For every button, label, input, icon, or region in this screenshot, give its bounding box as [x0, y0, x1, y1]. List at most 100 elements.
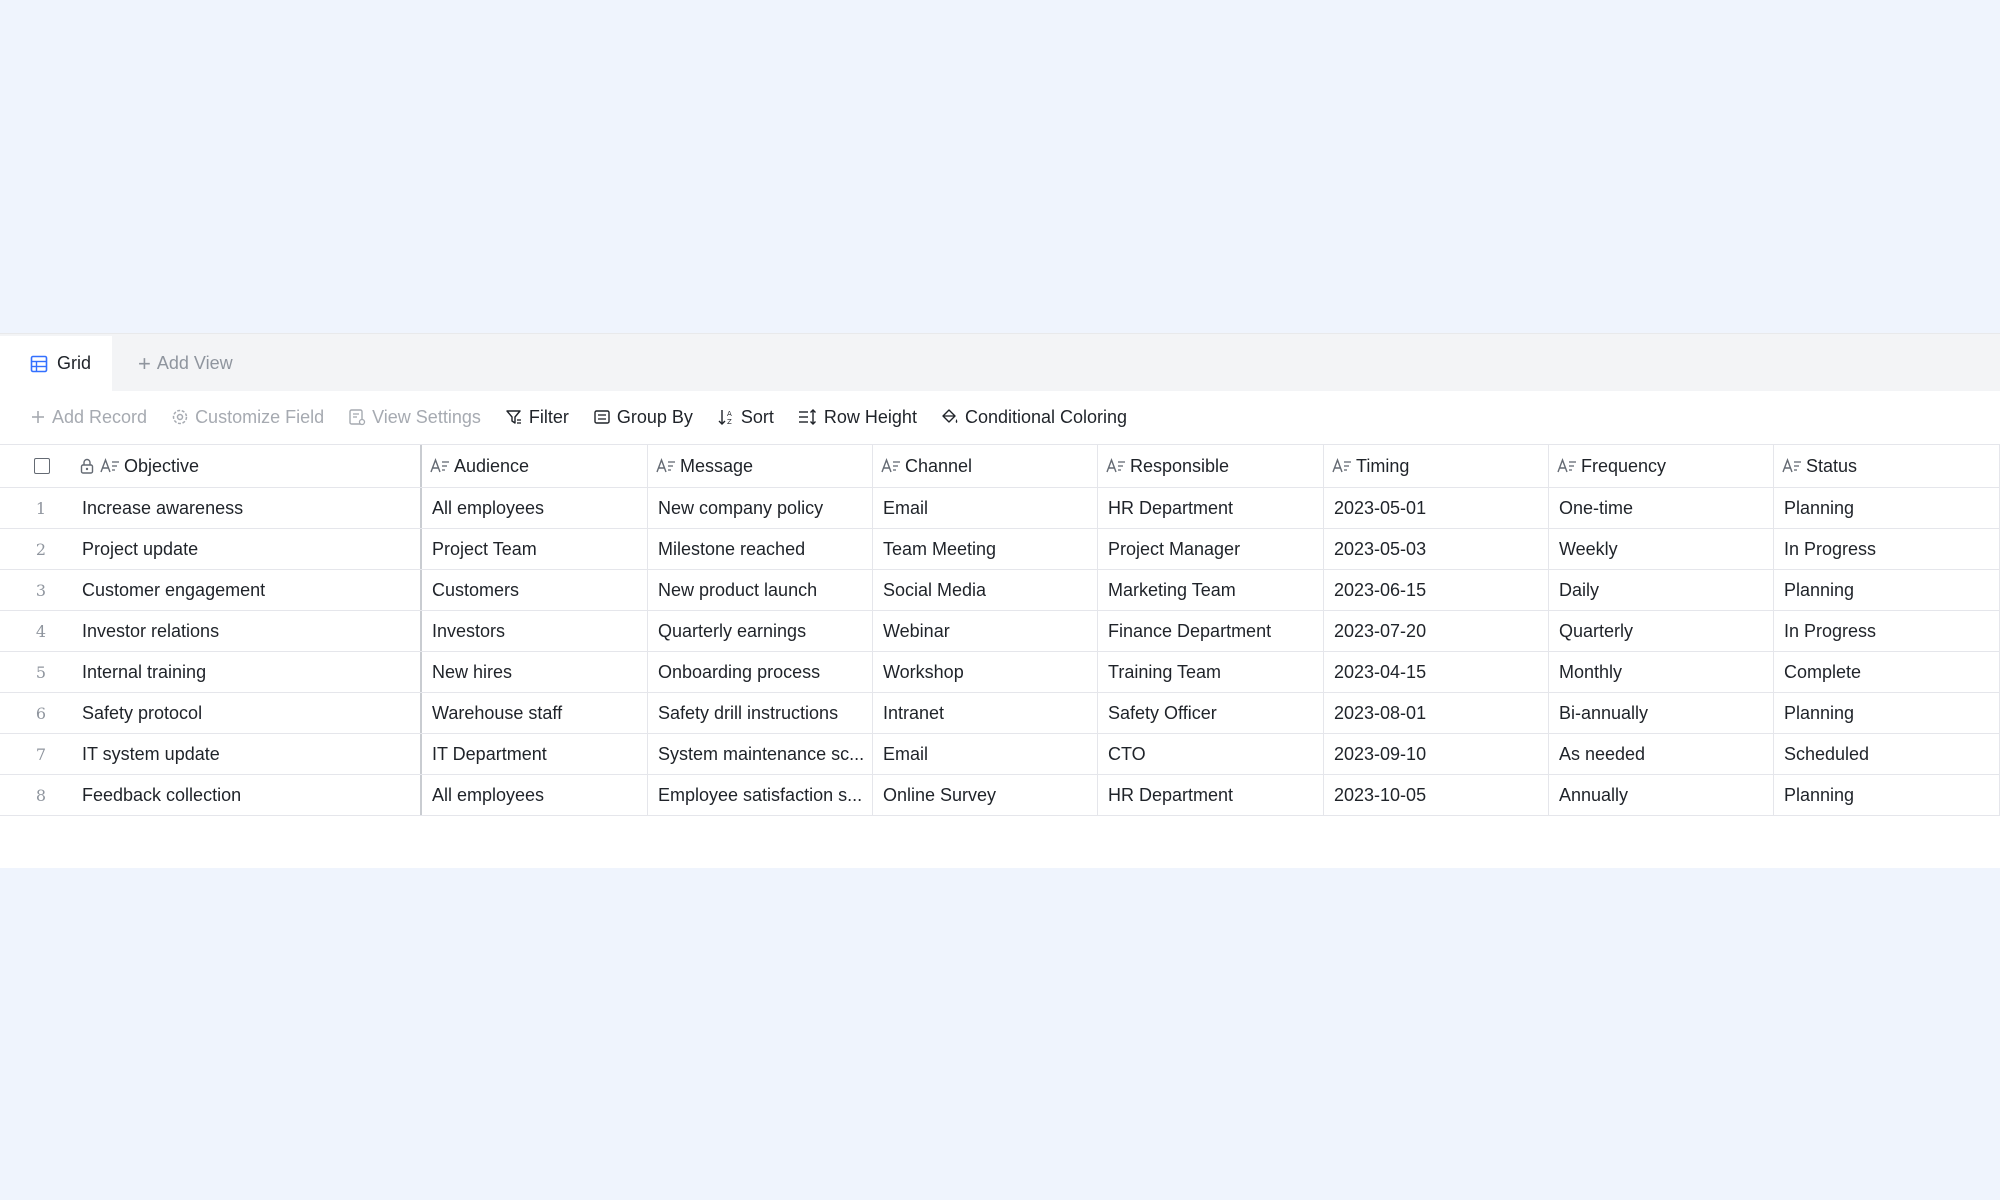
table-row[interactable]: 3 Customer engagement Customers New product… — [0, 570, 2000, 611]
table-row[interactable]: 4 Investor relations Investors Quarterly ea… — [0, 611, 2000, 652]
cell-text: Safety drill instructions — [658, 702, 839, 723]
cell-text: Planning — [1784, 579, 1855, 600]
cell-channel[interactable]: Email — [873, 488, 1098, 528]
column-header-frequency[interactable]: Frequency — [1549, 445, 1774, 487]
cell-audience[interactable]: Project Team — [422, 529, 648, 569]
cell-responsible[interactable]: Finance Department — [1098, 611, 1324, 651]
cell-channel[interactable]: Social Media — [873, 570, 1098, 610]
cell-frequency[interactable]: Weekly — [1549, 529, 1774, 569]
cell-objective[interactable]: 3 Customer engagement — [0, 570, 422, 610]
cell-objective[interactable]: 6 Safety protocol — [0, 693, 422, 733]
row-height-button[interactable]: Row Height — [798, 407, 917, 428]
cell-audience[interactable]: Investors — [422, 611, 648, 651]
cell-timing[interactable]: 2023-06-15 — [1324, 570, 1549, 610]
column-header-objective[interactable]: Objective — [0, 445, 422, 487]
cell-status[interactable]: Planning — [1774, 693, 2000, 733]
cell-frequency[interactable]: Monthly — [1549, 652, 1774, 692]
cell-text: Annually — [1559, 784, 1629, 805]
cell-channel[interactable]: Online Survey — [873, 775, 1098, 815]
cell-objective[interactable]: 2 Project update — [0, 529, 422, 569]
cell-text: As needed — [1559, 743, 1646, 764]
cell-frequency[interactable]: Bi-annually — [1549, 693, 1774, 733]
cell-objective[interactable]: 5 Internal training — [0, 652, 422, 692]
cell-timing[interactable]: 2023-05-01 — [1324, 488, 1549, 528]
cell-status[interactable]: Scheduled — [1774, 734, 2000, 774]
cell-audience[interactable]: IT Department — [422, 734, 648, 774]
conditional-coloring-button[interactable]: Conditional Coloring — [941, 407, 1127, 428]
cell-message[interactable]: Quarterly earnings — [648, 611, 873, 651]
table-row[interactable]: 5 Internal training New hires Onboarding pr… — [0, 652, 2000, 693]
cell-timing[interactable]: 2023-09-10 — [1324, 734, 1549, 774]
cell-timing[interactable]: 2023-08-01 — [1324, 693, 1549, 733]
customize-field-button[interactable]: Customize Field — [171, 407, 324, 428]
cell-channel[interactable]: Intranet — [873, 693, 1098, 733]
cell-text: 2023-09-10 — [1334, 743, 1427, 764]
text-field-icon — [1557, 458, 1577, 474]
cell-audience[interactable]: New hires — [422, 652, 648, 692]
table-row[interactable]: 7 IT system update IT Department System mai… — [0, 734, 2000, 775]
filter-button[interactable]: Filter — [505, 407, 569, 428]
table-row[interactable]: 2 Project update Project Team Milestone rea… — [0, 529, 2000, 570]
column-header-status[interactable]: Status — [1774, 445, 2000, 487]
cell-message[interactable]: Milestone reached — [648, 529, 873, 569]
cell-responsible[interactable]: Marketing Team — [1098, 570, 1324, 610]
cell-audience[interactable]: All employees — [422, 488, 648, 528]
cell-channel[interactable]: Email — [873, 734, 1098, 774]
cell-frequency[interactable]: Annually — [1549, 775, 1774, 815]
cell-responsible[interactable]: HR Department — [1098, 488, 1324, 528]
cell-frequency[interactable]: As needed — [1549, 734, 1774, 774]
cell-channel[interactable]: Team Meeting — [873, 529, 1098, 569]
column-header-channel[interactable]: Channel — [873, 445, 1098, 487]
cell-status[interactable]: Planning — [1774, 488, 2000, 528]
cell-timing[interactable]: 2023-04-15 — [1324, 652, 1549, 692]
cell-frequency[interactable]: One-time — [1549, 488, 1774, 528]
cell-objective[interactable]: 7 IT system update — [0, 734, 422, 774]
cell-frequency[interactable]: Quarterly — [1549, 611, 1774, 651]
column-header-responsible[interactable]: Responsible — [1098, 445, 1324, 487]
group-by-button[interactable]: Group By — [593, 407, 693, 428]
cell-audience[interactable]: Warehouse staff — [422, 693, 648, 733]
cell-message[interactable]: Safety drill instructions — [648, 693, 873, 733]
cell-timing[interactable]: 2023-07-20 — [1324, 611, 1549, 651]
add-record-button[interactable]: Add Record — [30, 407, 147, 428]
cell-message[interactable]: System maintenance sc... — [648, 734, 873, 774]
cell-audience[interactable]: All employees — [422, 775, 648, 815]
table-row[interactable]: 1 Increase awareness All employees New comp… — [0, 488, 2000, 529]
cell-timing[interactable]: 2023-10-05 — [1324, 775, 1549, 815]
add-view-button[interactable]: + Add View — [138, 336, 233, 391]
cell-responsible[interactable]: Project Manager — [1098, 529, 1324, 569]
cell-frequency[interactable]: Daily — [1549, 570, 1774, 610]
cell-responsible[interactable]: Safety Officer — [1098, 693, 1324, 733]
cell-message[interactable]: Onboarding process — [648, 652, 873, 692]
cell-timing[interactable]: 2023-05-03 — [1324, 529, 1549, 569]
column-header-message[interactable]: Message — [648, 445, 873, 487]
column-header-audience[interactable]: Audience — [422, 445, 648, 487]
cell-audience[interactable]: Customers — [422, 570, 648, 610]
cell-status[interactable]: In Progress — [1774, 611, 2000, 651]
cell-status[interactable]: In Progress — [1774, 529, 2000, 569]
cell-responsible[interactable]: HR Department — [1098, 775, 1324, 815]
row-number: 4 — [35, 621, 47, 641]
cell-message[interactable]: Employee satisfaction s... — [648, 775, 873, 815]
table-row[interactable]: 8 Feedback collection All employees Employe… — [0, 775, 2000, 816]
select-all-checkbox[interactable] — [34, 458, 50, 474]
cell-status[interactable]: Planning — [1774, 775, 2000, 815]
cell-message[interactable]: New company policy — [648, 488, 873, 528]
sort-button[interactable]: AZ Sort — [717, 407, 774, 428]
cell-channel[interactable]: Workshop — [873, 652, 1098, 692]
cell-responsible[interactable]: CTO — [1098, 734, 1324, 774]
tab-grid[interactable]: Grid — [0, 336, 112, 391]
table-row[interactable]: 6 Safety protocol Warehouse staff Safety dr… — [0, 693, 2000, 734]
cell-objective[interactable]: 4 Investor relations — [0, 611, 422, 651]
cell-objective[interactable]: 1 Increase awareness — [0, 488, 422, 528]
view-settings-button[interactable]: View Settings — [348, 407, 481, 428]
cell-status[interactable]: Planning — [1774, 570, 2000, 610]
cell-objective[interactable]: 8 Feedback collection — [0, 775, 422, 815]
row-number: 8 — [35, 785, 47, 805]
cell-message[interactable]: New product launch — [648, 570, 873, 610]
cell-responsible[interactable]: Training Team — [1098, 652, 1324, 692]
cell-status[interactable]: Complete — [1774, 652, 2000, 692]
cell-text: Project update — [82, 538, 199, 559]
cell-channel[interactable]: Webinar — [873, 611, 1098, 651]
column-header-timing[interactable]: Timing — [1324, 445, 1549, 487]
